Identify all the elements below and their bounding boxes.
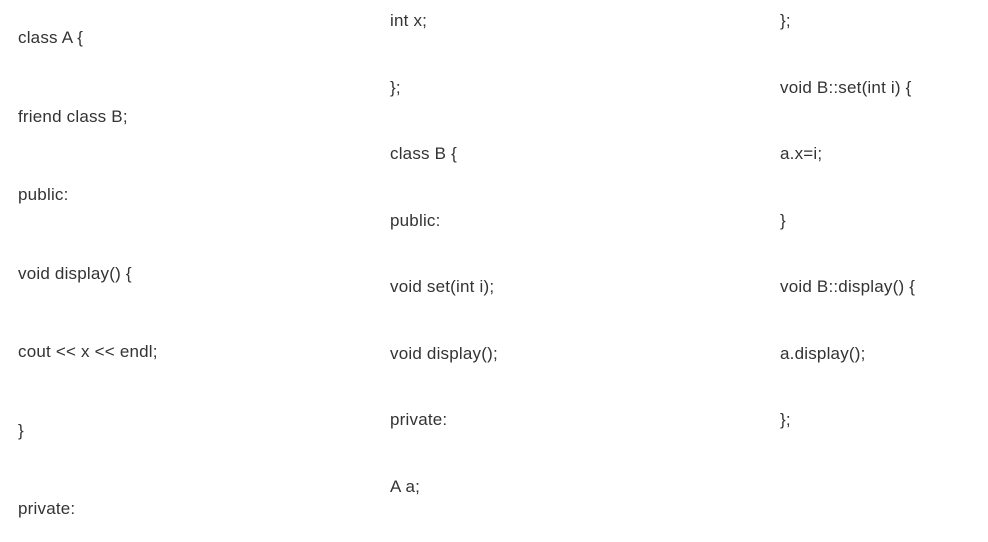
code-container: class A { friend class B; public: void d… [0, 0, 988, 542]
code-line: friend class B; [18, 104, 390, 130]
code-line: A a; [390, 474, 780, 500]
code-line: public: [390, 208, 780, 234]
code-line: cout << x << endl; [18, 339, 390, 365]
code-line: } [780, 208, 988, 234]
code-line: void set(int i); [390, 274, 780, 300]
code-line: void display(); [390, 341, 780, 367]
code-line: class A { [18, 25, 390, 51]
code-line: }; [780, 407, 988, 433]
code-line: } [18, 418, 390, 444]
code-line: a.display(); [780, 341, 988, 367]
code-column-3: }; void B::set(int i) { a.x=i; } void B:… [780, 0, 988, 542]
code-line: void B::set(int i) { [780, 75, 988, 101]
code-line: public: [18, 182, 390, 208]
code-line: private: [390, 407, 780, 433]
code-column-2: int x; }; class B { public: void set(int… [390, 0, 780, 542]
code-line: int x; [390, 8, 780, 34]
code-line: private: [18, 496, 390, 522]
code-line: }; [780, 8, 988, 34]
code-line: void B::display() { [780, 274, 988, 300]
code-line: void display() { [18, 261, 390, 287]
code-line: a.x=i; [780, 141, 988, 167]
code-column-1: class A { friend class B; public: void d… [0, 0, 390, 542]
code-line: class B { [390, 141, 780, 167]
code-line: }; [390, 75, 780, 101]
